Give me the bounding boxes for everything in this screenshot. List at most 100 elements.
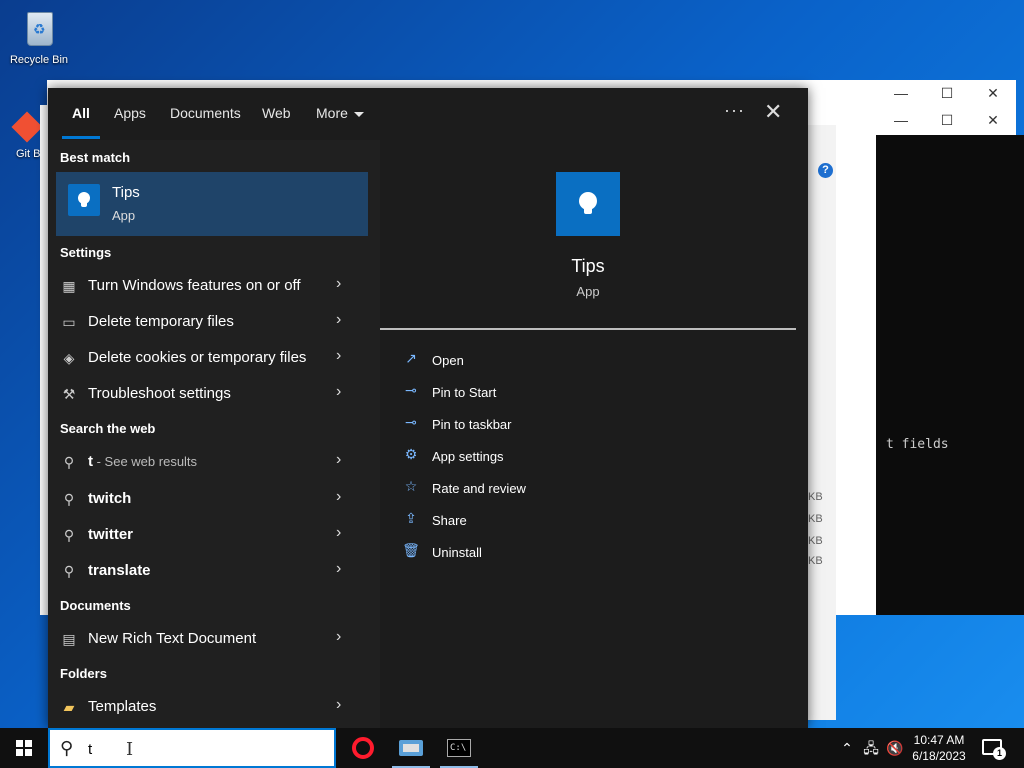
size-label: KB	[808, 535, 823, 547]
share-icon: ⇪	[405, 510, 417, 526]
web-result[interactable]: ⚲ translate ›	[56, 554, 368, 588]
search-icon: ⚲	[63, 491, 75, 507]
tab-web[interactable]: Web	[262, 105, 291, 121]
folder-result-label: Templates	[88, 698, 157, 715]
preview-pane: Tips App ↗ Open ⊸ Pin to Start ⊸ Pin to …	[380, 140, 808, 728]
maximize-icon[interactable]: ☐	[924, 80, 970, 106]
action-label: Pin to taskbar	[432, 417, 512, 432]
file-explorer-icon	[399, 740, 423, 756]
chevron-right-icon[interactable]: ›	[336, 347, 341, 365]
settings-item[interactable]: ⚒ Troubleshoot settings ›	[56, 377, 368, 411]
web-result-label: twitter	[88, 526, 133, 543]
minimize-icon[interactable]: —	[878, 80, 924, 106]
pin-icon: ⊸	[405, 414, 417, 430]
action-label: Open	[432, 353, 464, 368]
size-label: KB	[808, 513, 823, 525]
settings-item-label: Troubleshoot settings	[88, 385, 231, 402]
more-options-icon[interactable]: ···	[724, 100, 745, 121]
settings-item[interactable]: ◈ Delete cookies or temporary files ›	[56, 341, 368, 375]
best-match-item[interactable]: Tips App	[56, 172, 368, 236]
taskbar-search-box[interactable]: ⚲ I	[48, 728, 336, 768]
folder-icon: ▰	[63, 699, 75, 715]
size-label: KB	[808, 555, 823, 567]
chevron-right-icon[interactable]: ›	[336, 451, 341, 469]
best-match-heading: Best match	[60, 150, 131, 165]
document-result[interactable]: ▤ New Rich Text Document ›	[56, 622, 368, 656]
volume-muted-icon[interactable]: 🔇	[884, 728, 906, 768]
close-icon[interactable]: ✕	[970, 80, 1016, 106]
search-icon: ⚲	[60, 738, 74, 758]
web-result[interactable]: ⚲ twitter ›	[56, 518, 368, 552]
background-file-panel: ? KB KB KB KB	[808, 125, 836, 720]
taskbar-file-explorer[interactable]	[388, 728, 434, 768]
storage-icon: ▭	[62, 314, 76, 330]
close-icon[interactable]: ✕	[764, 100, 782, 124]
chevron-right-icon[interactable]: ›	[336, 560, 341, 578]
trash-icon: 🗑	[402, 542, 420, 558]
search-panel: All Apps Documents Web More ··· ✕ Best m…	[48, 88, 808, 728]
web-result[interactable]: ⚲ t - See web results ›	[56, 445, 368, 479]
wrench-icon: ⚒	[62, 386, 76, 402]
action-label: Share	[432, 513, 467, 528]
preview-title: Tips	[571, 256, 605, 276]
tips-lightbulb-icon	[556, 172, 620, 236]
windows-features-icon: ▦	[62, 278, 76, 294]
help-icon[interactable]: ?	[818, 163, 833, 178]
action-label: App settings	[432, 449, 504, 464]
settings-item[interactable]: ▭ Delete temporary files ›	[56, 305, 368, 339]
chevron-right-icon[interactable]: ›	[336, 383, 341, 401]
see-web-results: - See web results	[93, 454, 198, 469]
minimize-icon[interactable]: —	[878, 107, 924, 133]
start-button[interactable]	[0, 728, 48, 768]
chevron-right-icon[interactable]: ›	[336, 311, 341, 329]
preview-kind: App	[576, 284, 600, 299]
command-prompt-icon: C:\	[447, 739, 471, 757]
star-icon: ☆	[404, 478, 418, 494]
settings-heading: Settings	[60, 245, 112, 260]
folders-heading: Folders	[60, 666, 107, 681]
clock[interactable]: 10:47 AM 6/18/2023	[906, 732, 972, 764]
action-label: Uninstall	[432, 545, 482, 560]
tips-lightbulb-icon	[68, 184, 100, 216]
chevron-right-icon[interactable]: ›	[336, 488, 341, 506]
settings-item-label: Delete temporary files	[88, 313, 234, 330]
size-label: KB	[808, 491, 823, 503]
settings-item-label: Delete cookies or temporary files	[88, 349, 307, 366]
taskbar: ⚲ I C:\ ⌃ 🖧 🔇 10:47 AM 6/18/2023 1	[0, 728, 1024, 768]
action-label: Pin to Start	[432, 385, 497, 400]
chevron-right-icon[interactable]: ›	[336, 524, 341, 542]
web-result-label: translate	[88, 562, 151, 579]
web-result[interactable]: ⚲ twitch ›	[56, 482, 368, 516]
divider	[380, 328, 796, 330]
tab-more-label: More	[316, 105, 348, 121]
tab-all[interactable]: All	[72, 105, 90, 121]
close-icon[interactable]: ✕	[970, 107, 1016, 133]
opera-icon	[352, 737, 374, 759]
settings-item[interactable]: ▦ Turn Windows features on or off ›	[56, 269, 368, 303]
settings-item-label: Turn Windows features on or off	[88, 277, 301, 294]
search-icon: ⚲	[63, 563, 75, 579]
search-web-heading: Search the web	[60, 421, 156, 436]
tab-apps[interactable]: Apps	[114, 105, 146, 121]
taskbar-command-prompt[interactable]: C:\	[436, 728, 482, 768]
best-match-kind: App	[112, 208, 136, 223]
recycle-bin-icon	[19, 6, 59, 50]
search-input[interactable]	[88, 738, 288, 760]
show-hidden-icons-chevron-icon[interactable]: ⌃	[838, 728, 856, 768]
chevron-right-icon[interactable]: ›	[336, 275, 341, 293]
network-icon[interactable]: 🖧	[860, 728, 882, 768]
recycle-bin-shortcut[interactable]: Recycle Bin	[3, 6, 75, 66]
folder-result[interactable]: ▰ Templates ›	[56, 690, 368, 724]
notification-center-icon[interactable]: 1	[982, 739, 1006, 760]
document-result-label: New Rich Text Document	[88, 630, 257, 647]
chevron-right-icon[interactable]: ›	[336, 696, 341, 714]
maximize-icon[interactable]: ☐	[924, 107, 970, 133]
web-result-label: t - See web results	[88, 453, 197, 470]
tab-more[interactable]: More	[316, 105, 364, 121]
console-output: t fields	[876, 135, 1024, 615]
tab-documents[interactable]: Documents	[170, 105, 241, 121]
chevron-down-icon	[353, 111, 364, 117]
taskbar-opera[interactable]	[340, 728, 386, 768]
chevron-right-icon[interactable]: ›	[336, 628, 341, 646]
search-tabs: All Apps Documents Web More ··· ✕	[48, 88, 808, 140]
